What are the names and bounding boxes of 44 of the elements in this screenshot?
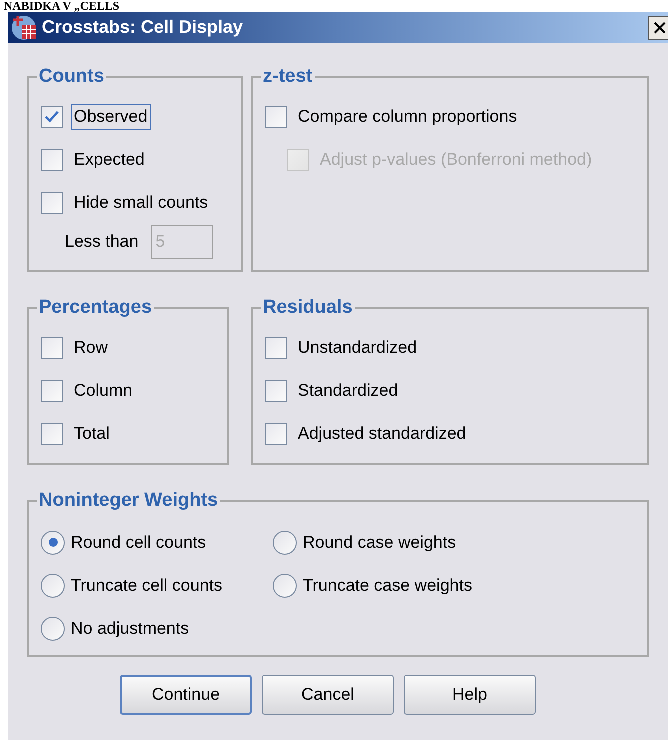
radio-button[interactable] <box>41 616 65 640</box>
checkbox[interactable] <box>41 148 63 170</box>
checkbox[interactable] <box>265 106 287 128</box>
group-title: Residuals <box>262 296 354 320</box>
radio-button[interactable] <box>41 574 65 598</box>
checkbox[interactable] <box>41 422 63 444</box>
radio-label[interactable]: No adjustments <box>71 616 190 642</box>
checkbox-label[interactable]: Observed <box>71 104 151 130</box>
checkbox[interactable] <box>41 192 63 214</box>
radio-button[interactable] <box>273 530 297 554</box>
radio-button[interactable] <box>273 574 297 598</box>
group-title: Counts <box>38 65 106 89</box>
group-title: Noninteger Weights <box>38 489 220 513</box>
checkbox-label[interactable]: Column <box>71 378 136 404</box>
window-title: Crosstabs: Cell Display <box>42 16 244 39</box>
checkbox-label[interactable]: Unstandardized <box>295 334 420 360</box>
checkbox-label[interactable]: Total <box>71 420 113 446</box>
radio-button[interactable] <box>41 530 65 554</box>
dialog-button[interactable]: Continue <box>120 675 252 715</box>
page-heading: NABIDKA V „CELLS <box>4 0 120 12</box>
checkbox[interactable] <box>265 336 287 358</box>
field-label: Less than <box>65 230 139 253</box>
checkbox-label[interactable]: Standardized <box>295 378 402 404</box>
checkbox[interactable] <box>41 380 63 402</box>
close-icon <box>654 22 666 34</box>
radio-label[interactable]: Round case weights <box>303 530 456 556</box>
group-title: Percentages <box>38 296 154 320</box>
radio-label[interactable]: Round cell counts <box>71 530 206 556</box>
checkbox-label[interactable]: Expected <box>71 146 148 172</box>
checkbox-label[interactable]: Adjusted standardized <box>295 420 470 446</box>
checkbox-label[interactable]: Row <box>71 334 112 360</box>
dialog-button[interactable]: Help <box>404 675 536 715</box>
checkbox[interactable] <box>265 380 287 402</box>
checkbox[interactable] <box>41 336 63 358</box>
group-title: z-test <box>262 65 314 89</box>
checkbox[interactable] <box>41 106 63 128</box>
close-button[interactable] <box>648 16 668 40</box>
radio-label[interactable]: Truncate case weights <box>303 572 472 598</box>
checkmark-icon <box>45 110 59 122</box>
checkbox-label[interactable]: Hide small counts <box>71 190 212 216</box>
checkbox[interactable] <box>265 422 287 444</box>
checkbox-label[interactable]: Compare column proportions <box>295 104 520 130</box>
dialog-button[interactable]: Cancel <box>262 675 394 715</box>
radio-label[interactable]: Truncate cell counts <box>71 572 222 598</box>
